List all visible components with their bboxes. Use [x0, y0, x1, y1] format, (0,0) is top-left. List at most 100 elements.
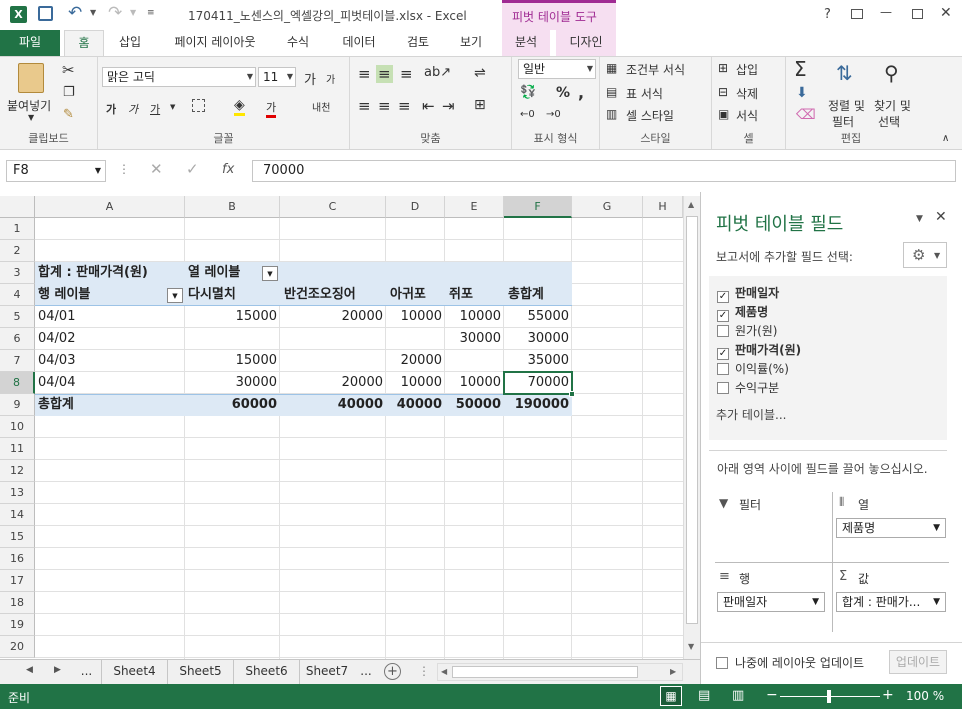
italic-button[interactable]: 가 — [128, 101, 138, 117]
grow-font-button[interactable]: 가 — [304, 69, 316, 88]
tab-analyze[interactable]: 분석 — [502, 30, 550, 56]
tab-data[interactable]: 데이터 — [334, 30, 384, 56]
field-list-item[interactable]: ✓ 판매가격(원) — [717, 341, 801, 360]
name-box[interactable]: F8 ▼ — [6, 160, 106, 182]
row-header[interactable]: 2 — [0, 240, 35, 262]
paste-icon[interactable] — [18, 63, 44, 93]
prev-sheet-icon[interactable]: ◀ — [26, 665, 33, 675]
enter-formula-icon[interactable]: ✓ — [186, 160, 199, 178]
pivot-value-cell[interactable]: 10000 — [445, 306, 504, 328]
font-color-button[interactable]: 가 — [266, 99, 277, 118]
font-size-select[interactable]: 11 ▼ — [258, 67, 296, 87]
pivot-col-header[interactable]: 총합계 — [508, 284, 544, 306]
zoom-slider-thumb[interactable] — [827, 690, 831, 703]
delete-cells-button[interactable]: 삭제 — [736, 85, 758, 102]
checkbox-checked-icon[interactable]: ✓ — [717, 291, 729, 303]
normal-view-icon[interactable]: ▦ — [660, 686, 682, 706]
wrap-text-icon[interactable]: ⇌ — [474, 65, 486, 81]
phonetic-button[interactable]: 내천 — [312, 99, 330, 114]
column-header-g[interactable]: G — [572, 196, 643, 218]
save-icon[interactable] — [38, 6, 53, 21]
fill-handle[interactable] — [569, 391, 575, 397]
paste-button[interactable]: 붙여넣기 — [7, 97, 51, 114]
field-list-item[interactable]: ✓ 판매일자 — [717, 284, 779, 303]
column-header-e[interactable]: E — [445, 196, 504, 218]
checkbox-checked-icon[interactable]: ✓ — [717, 310, 729, 322]
pivot-col-header[interactable]: 쥐포 — [449, 284, 473, 306]
row-header[interactable]: 11 — [0, 438, 35, 460]
checkbox-unchecked-icon[interactable] — [717, 363, 729, 375]
active-cell-indicator[interactable] — [503, 371, 573, 395]
pivot-value-cell[interactable] — [280, 350, 386, 372]
customize-qat-icon[interactable]: ≡ — [147, 8, 155, 18]
pivot-total-cell[interactable]: 50000 — [445, 394, 504, 416]
row-header[interactable]: 4 — [0, 284, 35, 306]
column-header-h[interactable]: H — [643, 196, 683, 218]
cell-styles-button[interactable]: 셀 스타일 — [626, 107, 674, 124]
more-tables-link[interactable]: 추가 테이블... — [716, 406, 786, 423]
select-all-corner[interactable] — [0, 196, 35, 218]
tab-page-layout[interactable]: 페이지 레이아웃 — [160, 30, 270, 56]
pivot-col-header[interactable]: 반건조오징어 — [284, 284, 356, 306]
scroll-up-icon[interactable]: ▲ — [688, 200, 694, 209]
page-layout-view-icon[interactable]: ▤ — [698, 688, 710, 703]
horizontal-scrollbar[interactable]: ◀ ▶ — [437, 663, 683, 681]
borders-icon[interactable] — [192, 99, 205, 112]
pane-close-icon[interactable]: ✕ — [935, 209, 947, 225]
shrink-font-button[interactable]: 가 — [326, 71, 335, 86]
add-sheet-icon[interactable]: + — [384, 663, 401, 680]
sheet-tab-sheet4[interactable]: Sheet4 — [102, 660, 168, 684]
sort-filter-line2[interactable]: 필터 — [832, 113, 854, 130]
horizontal-scroll-thumb[interactable] — [452, 666, 638, 678]
percent-button[interactable]: % — [556, 85, 570, 101]
scroll-left-icon[interactable]: ◀ — [441, 667, 447, 676]
fill-color-icon[interactable]: ◈ — [234, 97, 245, 116]
redo-icon[interactable]: ↷ — [108, 3, 122, 23]
close-button[interactable]: ✕ — [940, 5, 952, 21]
sheet-tab-ellipsis-left[interactable]: ... — [72, 660, 102, 684]
copy-icon[interactable]: ❐ — [63, 85, 75, 100]
paste-dropdown-icon[interactable]: ▼ — [28, 113, 34, 122]
column-header-f[interactable]: F — [504, 196, 572, 218]
decrease-indent-icon[interactable]: ⇤ — [422, 97, 435, 115]
find-select-line1[interactable]: 찾기 및 — [874, 97, 911, 114]
help-button[interactable]: ? — [824, 7, 831, 22]
checkbox-unchecked-icon[interactable] — [717, 325, 729, 337]
sheet-tab-sheet7[interactable]: Sheet7 — [300, 660, 354, 684]
pivot-col-header[interactable]: 다시멸치 — [188, 284, 236, 306]
pivot-value-cell[interactable]: 20000 — [280, 372, 386, 394]
row-header[interactable]: 14 — [0, 504, 35, 526]
orientation-icon[interactable]: ab↗ — [424, 65, 451, 80]
align-top-icon[interactable]: ≡ — [358, 65, 371, 83]
vertical-scrollbar[interactable]: ▲ ▼ — [683, 196, 700, 659]
pivot-value-cell[interactable] — [185, 328, 280, 350]
pivot-value-cell[interactable] — [386, 328, 445, 350]
accounting-format-icon[interactable]: 💱 — [520, 85, 536, 100]
row-header[interactable]: 17 — [0, 570, 35, 592]
pivot-total-cell[interactable]: 60000 — [185, 394, 280, 416]
update-button[interactable]: 업데이트 — [889, 650, 947, 674]
clear-icon[interactable]: ⌫ — [796, 107, 816, 123]
column-filter-button[interactable]: ▼ — [262, 266, 278, 281]
column-header-d[interactable]: D — [386, 196, 445, 218]
pivot-total-cell[interactable]: 40000 — [386, 394, 445, 416]
values-area-field[interactable]: 합계 : 판매가... ▼ — [836, 592, 946, 612]
checkbox-unchecked-icon[interactable] — [717, 382, 729, 394]
field-list-item[interactable]: ✓ 제품명 — [717, 303, 768, 322]
merge-center-icon[interactable]: ⊞ — [474, 97, 486, 113]
undo-dropdown-icon[interactable]: ▼ — [90, 8, 96, 17]
pivot-value-cell[interactable]: 10000 — [445, 372, 504, 394]
cancel-formula-icon[interactable]: ✕ — [150, 160, 163, 178]
decrease-decimal-icon[interactable]: →0 — [546, 109, 561, 120]
columns-area-field[interactable]: 제품명 ▼ — [836, 518, 946, 538]
formula-input[interactable]: 70000 — [252, 160, 956, 182]
cut-icon[interactable]: ✂ — [62, 61, 75, 79]
field-list-item[interactable]: 이익률(%) — [717, 360, 789, 377]
zoom-out-icon[interactable]: − — [766, 687, 778, 703]
pivot-row-label[interactable]: 04/03 — [38, 350, 75, 372]
pivot-value-cell[interactable]: 30000 — [504, 328, 572, 350]
underline-dropdown-icon[interactable]: ▼ — [170, 103, 175, 111]
increase-indent-icon[interactable]: ⇥ — [442, 97, 455, 115]
sheet-tab-sheet6[interactable]: Sheet6 — [234, 660, 300, 684]
pivot-value-cell[interactable]: 35000 — [504, 350, 572, 372]
